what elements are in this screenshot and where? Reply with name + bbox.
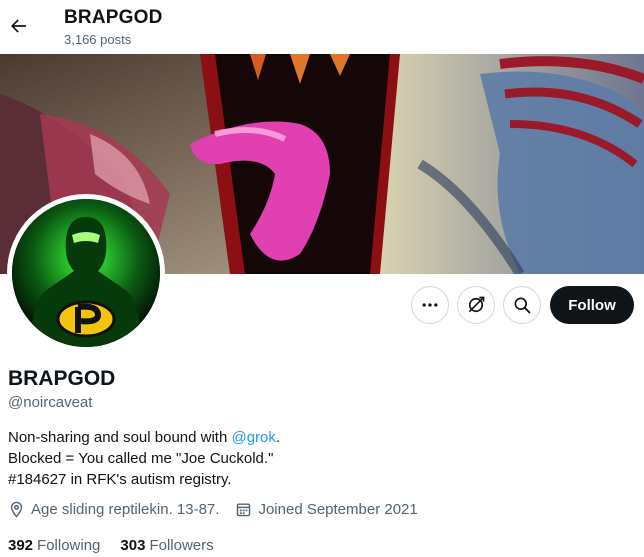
joined-text: Joined September 2021: [258, 501, 418, 518]
location-item: Age sliding reptilekin. 13-87.: [8, 501, 219, 518]
bio-line-2: Blocked = You called me "Joe Cuckold.": [8, 450, 274, 467]
more-icon: [422, 303, 438, 307]
subscribe-button[interactable]: [457, 286, 495, 324]
search-button[interactable]: [503, 286, 541, 324]
calendar-icon: [237, 503, 251, 517]
follow-button[interactable]: Follow: [550, 286, 634, 324]
avatar-image: [12, 199, 160, 347]
more-button[interactable]: [411, 286, 449, 324]
location-text: Age sliding reptilekin. 13-87.: [31, 501, 220, 518]
followers-count: 303: [120, 537, 146, 554]
joined-item: Joined September 2021: [235, 501, 418, 518]
search-icon: [514, 297, 531, 314]
display-name: BRAPGOD: [8, 367, 116, 390]
location-icon: [10, 501, 23, 518]
bio-text: .: [275, 429, 281, 446]
profile-meta: Age sliding reptilekin. 13-87. Joined Se…: [8, 501, 418, 518]
profile-avatar[interactable]: [7, 194, 165, 352]
back-arrow-icon: [11, 19, 26, 33]
post-count: 3,166 posts: [64, 32, 132, 47]
profile-header: BRAPGOD 3,166 posts: [0, 0, 644, 54]
followers-link[interactable]: 303 Followers: [120, 537, 213, 554]
header-title: BRAPGOD: [64, 7, 163, 28]
user-handle: @noircaveat: [8, 394, 93, 411]
back-button[interactable]: [2, 8, 34, 44]
profile-stats: 392 Following 303 Followers: [8, 537, 234, 554]
followers-label: Followers: [149, 537, 214, 554]
bio-line-1: Non-sharing and soul bound with @grok.: [8, 427, 280, 448]
following-link[interactable]: 392 Following: [8, 537, 100, 554]
subscribe-icon: [468, 296, 485, 313]
following-count: 392: [8, 537, 34, 554]
bio-line-3: #184627 in RFK's autism registry.: [8, 471, 232, 488]
grok-mention-link[interactable]: @grok: [231, 429, 275, 446]
following-label: Following: [37, 537, 101, 554]
bio-text: Non-sharing and soul bound with: [8, 429, 232, 446]
profile-bio: Non-sharing and soul bound with @grok. B…: [8, 427, 280, 490]
